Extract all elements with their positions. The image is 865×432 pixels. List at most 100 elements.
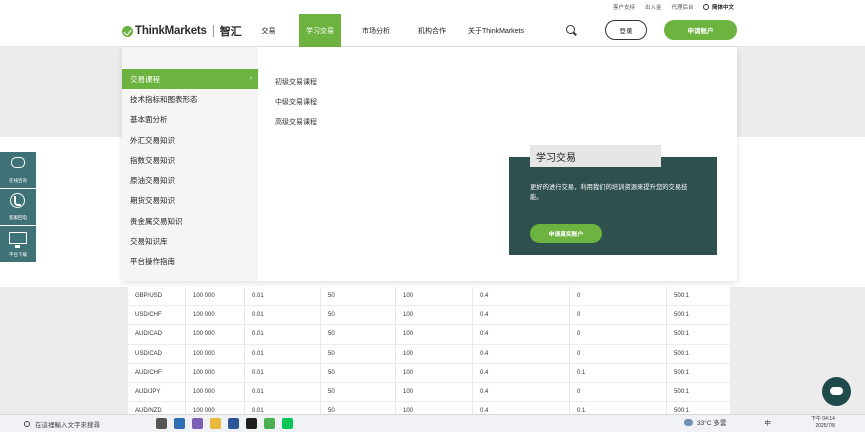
table-row: AUD/CHF 100 000 0.01 50 100 0.4 0.1 500:1: [128, 363, 731, 383]
clock[interactable]: 下午 04:14 2025/7/8: [811, 416, 835, 430]
app-icon[interactable]: [192, 418, 203, 429]
utility-bar: 客户支持 出入金 代理后台 简体中文: [0, 0, 865, 14]
logo-divider: [212, 25, 214, 37]
nav-partnership[interactable]: 机构合作: [409, 14, 455, 47]
menu-item-knowledge-base[interactable]: 交易知识库: [122, 231, 258, 251]
utility-link-support[interactable]: 客户支持: [613, 3, 635, 11]
table-cell: 100: [396, 306, 473, 325]
table-cell: 0.4: [473, 287, 570, 306]
utility-link-funding[interactable]: 出入金: [645, 3, 662, 11]
menu-item-oil[interactable]: 原油交易知识: [122, 170, 258, 190]
side-toolbar: 在线咨询 客服回电 平台下载: [0, 152, 36, 263]
logo-cn: 智汇: [219, 26, 242, 38]
menu-item-courses[interactable]: 交易课程 ›: [122, 69, 258, 90]
table-cell: 0: [570, 325, 667, 344]
nav-about[interactable]: 关于ThinkMarkets: [460, 14, 532, 47]
table-cell: 0: [570, 306, 667, 325]
table-cell: 100 000: [186, 287, 245, 306]
table-cell: 100: [396, 382, 473, 402]
apply-account-button[interactable]: 申请账户: [664, 20, 737, 40]
logo-check-icon: [122, 25, 133, 37]
app-icon[interactable]: [174, 418, 185, 429]
table-cell: 0.4: [473, 325, 570, 344]
table-cell: 100 000: [186, 344, 245, 363]
login-button[interactable]: 登录: [605, 20, 647, 40]
menu-item-futures[interactable]: 期货交易知识: [122, 191, 258, 211]
search-icon: [24, 421, 30, 427]
menu-item-forex[interactable]: 外汇交易知识: [122, 130, 258, 150]
menu-item-technical[interactable]: 技术指标和图表形态: [122, 89, 258, 109]
side-button-label: 平台下载: [9, 252, 27, 257]
promo-description: 更好的进行交易，利用我们的培训资源来提升您的交易技能。: [530, 184, 688, 201]
nav-market-analysis[interactable]: 市场分析: [353, 14, 399, 47]
utility-link-agent[interactable]: 代理后台: [672, 3, 694, 11]
phone-icon: [10, 193, 25, 208]
table-cell: 0.4: [473, 306, 570, 325]
language-selector[interactable]: 简体中文: [703, 3, 734, 11]
search-icon[interactable]: [566, 25, 575, 34]
logo[interactable]: ThinkMarkets 智汇: [122, 23, 242, 39]
subitem-intermediate[interactable]: 中级交易课程: [275, 97, 317, 117]
table-row: AUD/CAD 100 000 0.01 50 100 0.4 0 500:1: [128, 325, 731, 345]
table-cell: 100: [396, 287, 473, 306]
table-cell: 50: [321, 325, 396, 344]
language-label: 简体中文: [712, 5, 735, 11]
table-row: AUD/JPY 100 000 0.01 50 100 0.4 0 500:1: [128, 382, 731, 403]
taskbar-apps: [156, 418, 293, 429]
learn-trading-dropdown: 交易课程 › 技术指标和图表形态 基本面分析 外汇交易知识 指数交易知识 原油交…: [122, 47, 737, 281]
menu-item-fundamental[interactable]: 基本面分析: [122, 110, 258, 130]
weather-text: 33°C 多雲: [697, 420, 727, 427]
table-cell: 500:1: [667, 306, 731, 325]
taskbar-search-placeholder: 在這裡輸入文字來搜尋: [35, 422, 100, 429]
table-cell: 100 000: [186, 325, 245, 344]
table-cell: 100 000: [186, 363, 245, 382]
subitem-beginner[interactable]: 初级交易课程: [275, 77, 317, 97]
table-cell: 100: [396, 363, 473, 382]
ime-indicator[interactable]: 中: [764, 417, 771, 427]
table-cell: 500:1: [667, 344, 731, 363]
chevron-right-icon: ›: [249, 75, 252, 82]
instrument-table: GBP/USD 100 000 0.01 50 100 0.4 0 500:1 USD/CHF 1…: [128, 287, 731, 422]
table-cell: 0.4: [473, 344, 570, 363]
menu-item-platform-guide[interactable]: 平台操作指南: [122, 252, 258, 272]
table-cell: 0.01: [245, 382, 321, 402]
table-cell: 0: [570, 382, 667, 402]
table-cell: 0.01: [245, 363, 321, 382]
menu-item-metals[interactable]: 贵金属交易知识: [122, 211, 258, 231]
table-cell: 50: [321, 382, 396, 402]
table-cell: 100 000: [186, 306, 245, 325]
chat-bubble-icon[interactable]: [822, 377, 851, 406]
subitem-advanced[interactable]: 高级交易课程: [275, 117, 317, 137]
app-icon[interactable]: [246, 418, 257, 429]
table-cell: 0.01: [245, 344, 321, 363]
table-cell: USD/CAD: [128, 344, 186, 363]
monitor-icon: [9, 232, 27, 248]
platform-download-button[interactable]: 平台下载: [0, 226, 36, 262]
online-chat-button[interactable]: 在线咨询: [0, 152, 36, 188]
app-icon[interactable]: [264, 418, 275, 429]
table-cell: 0.01: [245, 287, 321, 306]
callback-button[interactable]: 客服回电: [0, 189, 36, 225]
nav-trading[interactable]: 交易: [252, 14, 285, 47]
table-cell: 100: [396, 344, 473, 363]
table-cell: AUD/JPY: [128, 382, 186, 402]
table-cell: 0.01: [245, 325, 321, 344]
word-icon[interactable]: [228, 418, 239, 429]
weather-icon: [684, 418, 693, 426]
file-explorer-icon[interactable]: [210, 418, 221, 429]
apply-real-account-button[interactable]: 申请真实账户: [530, 224, 602, 243]
table-cell: AUD/CAD: [128, 325, 186, 344]
table-cell: 500:1: [667, 287, 731, 306]
table-row: GBP/USD 100 000 0.01 50 100 0.4 0 500:1: [128, 287, 731, 307]
nav-learn-trading[interactable]: 学习交易: [299, 14, 341, 47]
table-cell: 0.01: [245, 306, 321, 325]
taskbar-search[interactable]: 在這裡輸入文字來搜尋: [24, 418, 148, 430]
table-cell: GBP/USD: [128, 287, 186, 306]
line-icon[interactable]: [282, 418, 293, 429]
table-cell: 500:1: [667, 325, 731, 344]
table-cell: USD/CHF: [128, 306, 186, 325]
chat-icon: [11, 157, 25, 168]
table-cell: 500:1: [667, 363, 731, 382]
task-view-icon[interactable]: [156, 418, 167, 429]
menu-item-indices[interactable]: 指数交易知识: [122, 150, 258, 170]
